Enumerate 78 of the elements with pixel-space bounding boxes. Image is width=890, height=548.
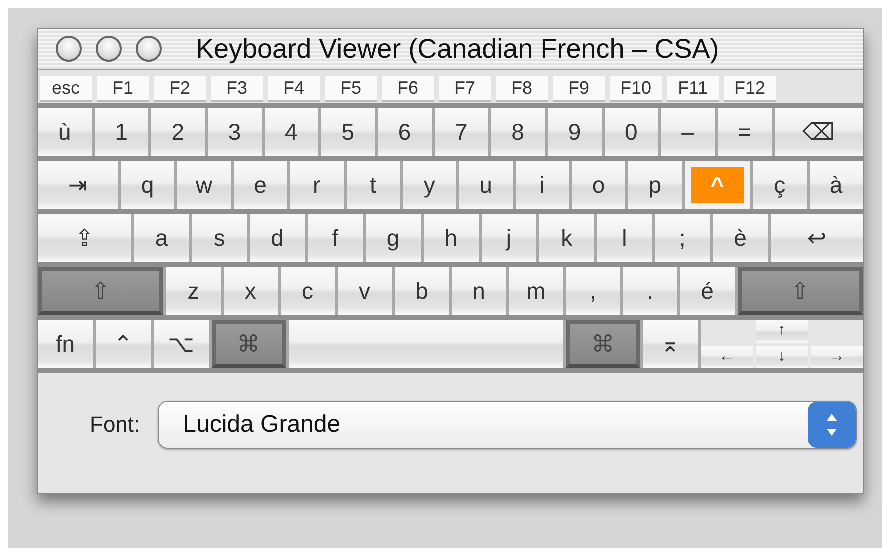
function-key[interactable]: esc bbox=[40, 76, 92, 102]
keyboard-key[interactable]: k bbox=[539, 214, 594, 262]
keyboard-key[interactable]: 2 bbox=[151, 108, 205, 156]
keyboard-key[interactable]: è bbox=[713, 214, 768, 262]
font-popup[interactable]: Lucida Grande bbox=[158, 401, 857, 449]
keyboard-key[interactable]: w bbox=[177, 161, 231, 209]
keyboard-key[interactable]: b bbox=[394, 267, 449, 315]
window-title: Keyboard Viewer (Canadian French – CSA) bbox=[196, 34, 720, 64]
keyboard-key[interactable]: 1 bbox=[94, 108, 148, 156]
keyboard-key[interactable]: ← bbox=[700, 346, 753, 368]
function-key[interactable]: F1 bbox=[97, 76, 149, 102]
keyboard-key[interactable]: v bbox=[338, 267, 392, 315]
keyboard-key[interactable]: r bbox=[290, 161, 344, 209]
keyboard-key[interactable]: ; bbox=[655, 214, 710, 262]
keyboard-key[interactable]: 4 bbox=[264, 108, 318, 156]
keyboard-key[interactable]: g bbox=[366, 214, 421, 262]
function-key[interactable]: F10 bbox=[610, 76, 662, 102]
keyboard-key[interactable]: i bbox=[516, 161, 570, 209]
keyboard-key[interactable]: n bbox=[452, 267, 506, 315]
keyboard-key[interactable]: – bbox=[661, 108, 715, 156]
keyboard-key[interactable]: 9 bbox=[548, 108, 602, 156]
function-key[interactable]: F8 bbox=[496, 76, 548, 102]
close-button[interactable] bbox=[56, 36, 82, 62]
keyboard-key[interactable]: ù bbox=[38, 108, 92, 156]
function-key[interactable]: F2 bbox=[154, 76, 206, 102]
keyboard-key[interactable]: 6 bbox=[378, 108, 432, 156]
keyboard-key[interactable]: m bbox=[509, 267, 564, 315]
function-key[interactable]: F5 bbox=[325, 76, 377, 102]
keyboard-key[interactable]: z bbox=[166, 267, 221, 315]
keyboard-key[interactable]: ⇥ bbox=[38, 161, 118, 209]
keyboard-key[interactable]: x bbox=[224, 267, 278, 315]
function-key[interactable]: F4 bbox=[268, 76, 320, 102]
function-key[interactable]: F9 bbox=[553, 76, 605, 102]
keyboard-key[interactable]: 0 bbox=[604, 108, 658, 156]
function-key[interactable]: F6 bbox=[382, 76, 434, 102]
keyboard-key[interactable]: fn bbox=[38, 320, 93, 368]
keyboard-key[interactable]: h bbox=[424, 214, 479, 262]
keyboard-key[interactable]: s bbox=[192, 214, 248, 262]
keyboard-key[interactable]: ⌅ bbox=[643, 320, 698, 368]
keyboard-key[interactable]: j bbox=[482, 214, 536, 262]
keyboard-key[interactable]: ↓ bbox=[756, 346, 808, 368]
keyboard-key[interactable]: t bbox=[346, 161, 400, 209]
keyboard-key[interactable]: o bbox=[572, 161, 626, 209]
minimize-button[interactable] bbox=[96, 36, 122, 62]
keyboard-key[interactable]: é bbox=[680, 267, 735, 315]
keyboard-key[interactable]: à bbox=[810, 161, 863, 209]
keyboard-key[interactable]: 5 bbox=[321, 108, 375, 156]
keyboard-key[interactable]: 3 bbox=[208, 108, 262, 156]
keyboard-key[interactable]: a bbox=[134, 214, 190, 262]
keyboard-key[interactable]: p bbox=[628, 161, 682, 209]
keyboard-key[interactable]: ç bbox=[753, 161, 807, 209]
keyboard-key[interactable]: ⌃ bbox=[96, 320, 151, 368]
keyboard-key[interactable]: ⌥ bbox=[154, 320, 209, 368]
keyboard-key[interactable]: 8 bbox=[491, 108, 545, 156]
function-key[interactable]: F3 bbox=[211, 76, 263, 102]
keyboard-key[interactable]: ↩ bbox=[770, 214, 864, 262]
keyboard-key[interactable]: c bbox=[280, 267, 335, 315]
stepper-icon bbox=[808, 402, 856, 448]
keyboard-key[interactable]: . bbox=[623, 267, 678, 315]
keyboard-key[interactable]: , bbox=[566, 267, 620, 315]
keyboard-key[interactable]: q bbox=[121, 161, 174, 209]
keyboard-key[interactable]: d bbox=[250, 214, 305, 262]
keyboard-key[interactable]: = bbox=[718, 108, 772, 156]
keyboard-key[interactable]: ⇪ bbox=[38, 214, 132, 262]
keyboard-key[interactable]: u bbox=[459, 161, 513, 209]
zoom-button[interactable] bbox=[136, 36, 162, 62]
keyboard-key[interactable]: 7 bbox=[434, 108, 488, 156]
font-label: Font: bbox=[90, 412, 140, 438]
keyboard-key[interactable]: e bbox=[234, 161, 288, 209]
keyboard-key[interactable]: l bbox=[597, 214, 652, 262]
keyboard-key[interactable]: f bbox=[308, 214, 363, 262]
keyboard-key[interactable]: ↑ bbox=[756, 320, 808, 342]
keyboard-key[interactable]: ⌫ bbox=[774, 108, 864, 156]
function-key[interactable]: F7 bbox=[439, 76, 491, 102]
function-key[interactable]: F11 bbox=[667, 76, 719, 102]
keyboard-key[interactable]: y bbox=[402, 161, 456, 209]
keyboard-key[interactable]: → bbox=[810, 346, 863, 368]
function-key[interactable]: F12 bbox=[724, 76, 776, 102]
